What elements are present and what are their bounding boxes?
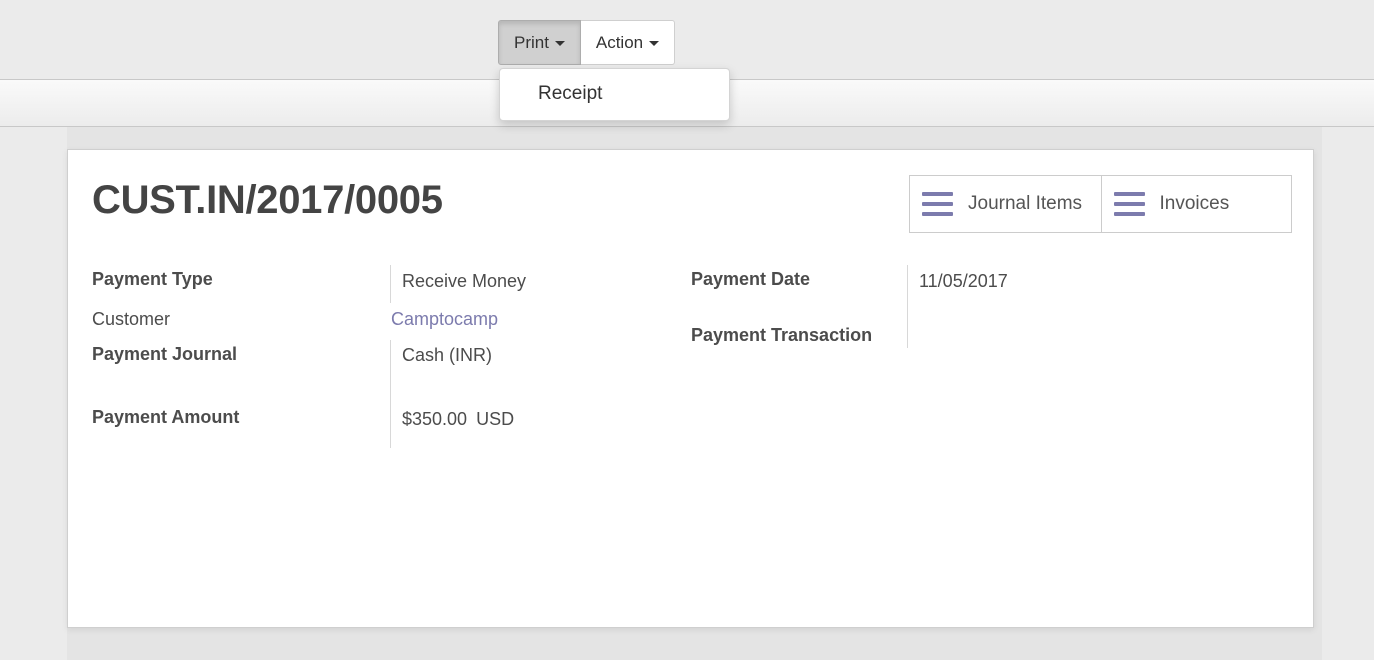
payment-type-label: Payment Type: [92, 269, 213, 289]
caret-down-icon: [649, 41, 660, 46]
payment-type-value[interactable]: Receive Money: [402, 271, 526, 292]
payment-transaction-label: Payment Transaction: [691, 325, 873, 345]
invoices-label: Invoices: [1159, 193, 1230, 214]
print-button-label: Print: [514, 32, 549, 52]
toolbar-button-group: Print Action: [498, 20, 675, 65]
payment-amount-label: Payment Amount: [92, 407, 240, 427]
payment-date-label: Payment Date: [691, 269, 811, 289]
payment-date-value[interactable]: 11/05/2017: [919, 271, 1008, 292]
action-button-label: Action: [595, 32, 644, 52]
field-divider: [390, 340, 391, 448]
payment-amount-value[interactable]: $350.00 USD: [402, 409, 514, 430]
invoices-button[interactable]: Invoices: [1100, 176, 1292, 232]
smart-button-box: Journal Items Invoices: [909, 175, 1292, 233]
field-divider: [907, 265, 908, 348]
print-dropdown-menu: Receipt: [499, 68, 730, 121]
menu-item-receipt[interactable]: Receipt: [538, 83, 602, 105]
field-divider: [390, 265, 391, 303]
customer-link[interactable]: Camptocamp: [391, 309, 498, 330]
print-button[interactable]: Print: [498, 20, 581, 65]
amount-value: $350.00: [402, 409, 468, 429]
bars-icon: [922, 192, 953, 216]
payment-journal-value[interactable]: Cash (INR): [402, 345, 492, 366]
customer-label: Customer: [92, 309, 171, 329]
journal-items-label: Journal Items: [968, 193, 1083, 214]
record-title: CUST.IN/2017/0005: [92, 178, 443, 222]
form-sheet: CUST.IN/2017/0005 Journal Items Invoices…: [67, 149, 1314, 628]
caret-down-icon: [554, 41, 565, 46]
journal-items-button[interactable]: Journal Items: [910, 176, 1101, 232]
payment-journal-label: Payment Journal: [92, 344, 238, 364]
bars-icon: [1113, 192, 1145, 216]
amount-currency: USD: [476, 409, 515, 429]
action-button[interactable]: Action: [581, 20, 675, 65]
